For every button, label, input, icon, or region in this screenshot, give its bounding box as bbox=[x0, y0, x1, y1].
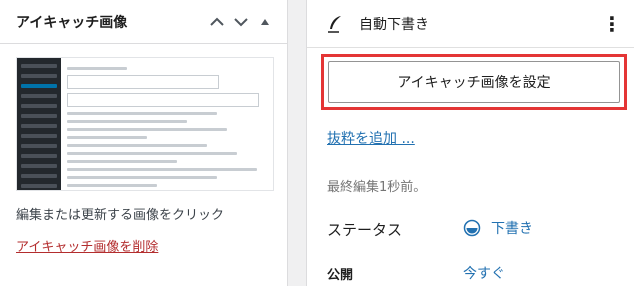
featured-image-thumbnail[interactable] bbox=[16, 57, 274, 191]
thumbnail-admin-sidebar bbox=[17, 58, 61, 190]
panel-title: アイキャッチ画像 bbox=[16, 14, 128, 31]
status-value-button[interactable]: 下書き bbox=[463, 218, 533, 238]
set-featured-image-button[interactable]: アイキャッチ画像を設定 bbox=[328, 61, 620, 103]
publish-label: 公開 bbox=[327, 268, 354, 283]
remove-featured-image-link[interactable]: アイキャッチ画像を削除 bbox=[16, 236, 158, 255]
panel-header: アイキャッチ画像 bbox=[0, 0, 287, 44]
featured-image-panel: アイキャッチ画像 編集または更新する画像をクリック アイキャッチ画像を削除 bbox=[0, 0, 288, 286]
status-value: 下書き bbox=[491, 221, 533, 237]
draft-title: 自動下書き bbox=[359, 16, 429, 33]
add-excerpt-link[interactable]: 抜粋を追加 ... bbox=[327, 128, 415, 148]
draft-status-icon bbox=[463, 219, 481, 237]
caret-up-icon[interactable] bbox=[253, 10, 277, 34]
status-label: ステータス bbox=[327, 221, 403, 239]
click-to-edit-description: 編集または更新する画像をクリック bbox=[16, 208, 225, 223]
kebab-menu-icon[interactable]: ⋮ bbox=[602, 12, 622, 36]
thumbnail-editor-area bbox=[67, 62, 269, 190]
last-edited-text: 最終編集1秒前。 bbox=[327, 180, 427, 195]
document-header: 自動下書き ⋮ bbox=[307, 0, 634, 48]
chevron-down-icon[interactable] bbox=[229, 10, 253, 34]
quill-icon bbox=[323, 12, 347, 36]
publish-value-link[interactable]: 今すぐ bbox=[463, 263, 505, 283]
chevron-up-icon[interactable] bbox=[205, 10, 229, 34]
document-settings-panel: 自動下書き ⋮ アイキャッチ画像を設定 抜粋を追加 ... 最終編集1秒前。 ス… bbox=[306, 0, 634, 286]
